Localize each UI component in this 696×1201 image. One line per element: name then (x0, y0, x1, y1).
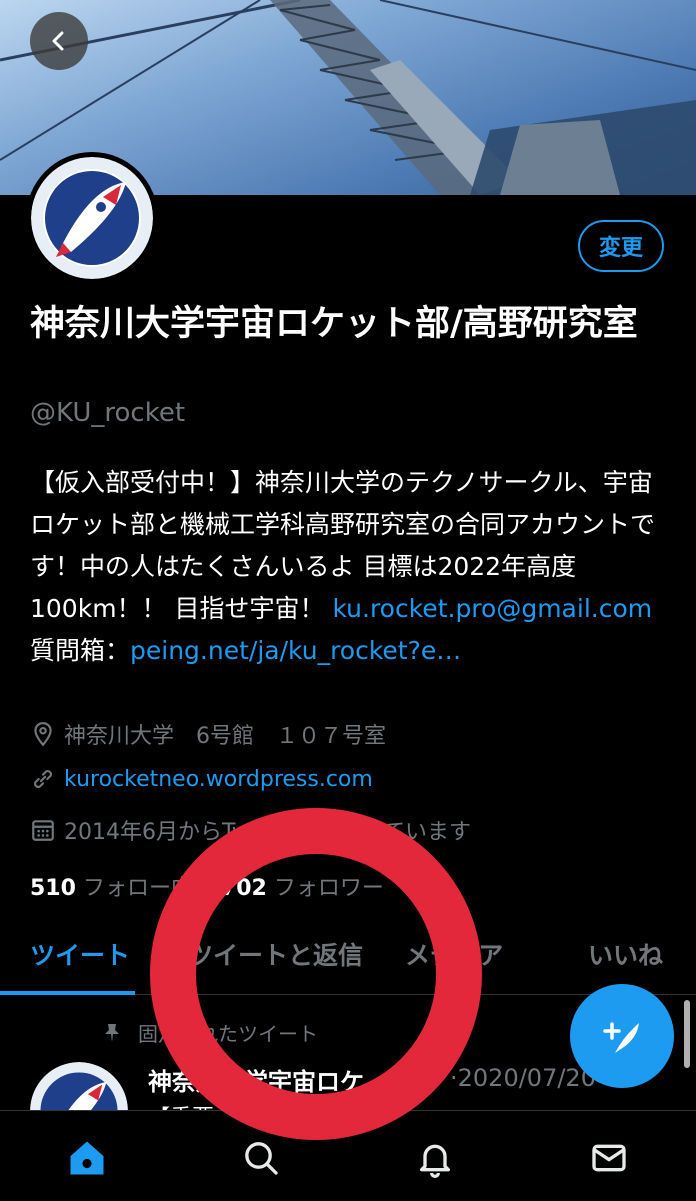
followers-label: フォロワー (273, 876, 384, 901)
back-button[interactable] (30, 12, 88, 70)
tab-tweets-replies[interactable]: ツイートと返信 (188, 936, 363, 972)
joined-row: 2014年6月からTwitterを利用しています (30, 814, 471, 846)
website-row[interactable]: kurocketneo.wordpress.com (30, 766, 373, 792)
mail-icon (592, 1144, 626, 1172)
location-pin-icon (34, 722, 52, 747)
tab-tweets[interactable]: ツイート (30, 936, 130, 972)
handle: @KU_rocket (30, 398, 186, 428)
profile-avatar[interactable] (26, 152, 158, 284)
tab-likes[interactable]: いいね (588, 936, 663, 972)
bio-mid-text: 質問箱： (30, 636, 131, 665)
display-name: 神奈川大学宇宙ロケット部/高野研究室 (30, 304, 638, 344)
website-link[interactable]: kurocketneo.wordpress.com (64, 767, 373, 792)
edit-profile-button[interactable]: 変更 (578, 220, 664, 272)
scrollbar[interactable] (684, 1000, 690, 1068)
bottom-navigation (0, 1110, 696, 1201)
pinned-label-row: 固定されたツイート (100, 1018, 318, 1047)
following-label: フォロー中 (82, 876, 193, 901)
chevron-left-icon (52, 31, 64, 51)
profile-tabs: ツイート ツイートと返信 メディア いいね (0, 926, 696, 995)
tab-media[interactable]: メディア (405, 936, 503, 972)
bio-email-link[interactable]: ku.rocket.pro@gmail.com (332, 594, 652, 623)
nav-messages[interactable] (584, 1133, 634, 1183)
compose-feather-icon (603, 1022, 639, 1053)
nav-home[interactable] (62, 1133, 112, 1183)
active-tab-indicator (0, 991, 135, 995)
tweet-author-name[interactable]: 神奈川大学宇宙ロケ… (148, 1062, 388, 1097)
followers-link[interactable]: 702 フォロワー (221, 876, 384, 901)
followers-count: 702 (220, 876, 267, 901)
pinned-label: 固定されたツイート (138, 1022, 318, 1046)
search-icon (245, 1142, 278, 1175)
location-row: 神奈川大学 6号館 １０７号室 (30, 718, 386, 750)
bio-peing-link[interactable]: peing.net/ja/ku_rocket?e… (130, 636, 461, 665)
nav-notifications[interactable] (410, 1133, 460, 1183)
pin-icon (105, 1023, 119, 1042)
tweet-date: ·2020/07/20 (450, 1064, 596, 1092)
following-count: 510 (30, 876, 76, 901)
calendar-icon (32, 820, 54, 841)
nav-search[interactable] (236, 1133, 286, 1183)
home-icon (70, 1141, 104, 1175)
follow-counts: 510 フォロー中 702 フォロワー (30, 870, 384, 902)
bell-icon (420, 1144, 450, 1178)
compose-tweet-button[interactable] (570, 984, 674, 1088)
location-text: 神奈川大学 6号館 １０７号室 (64, 724, 386, 749)
club-logo (31, 157, 153, 279)
link-icon (34, 770, 52, 788)
profile-bio: 【仮入部受付中！】神奈川大学のテクノサークル、宇宙ロケット部と機械工学科高野研究… (30, 462, 670, 672)
joined-text: 2014年6月からTwitterを利用しています (64, 820, 472, 845)
following-link[interactable]: 510 フォロー中 (30, 876, 193, 901)
